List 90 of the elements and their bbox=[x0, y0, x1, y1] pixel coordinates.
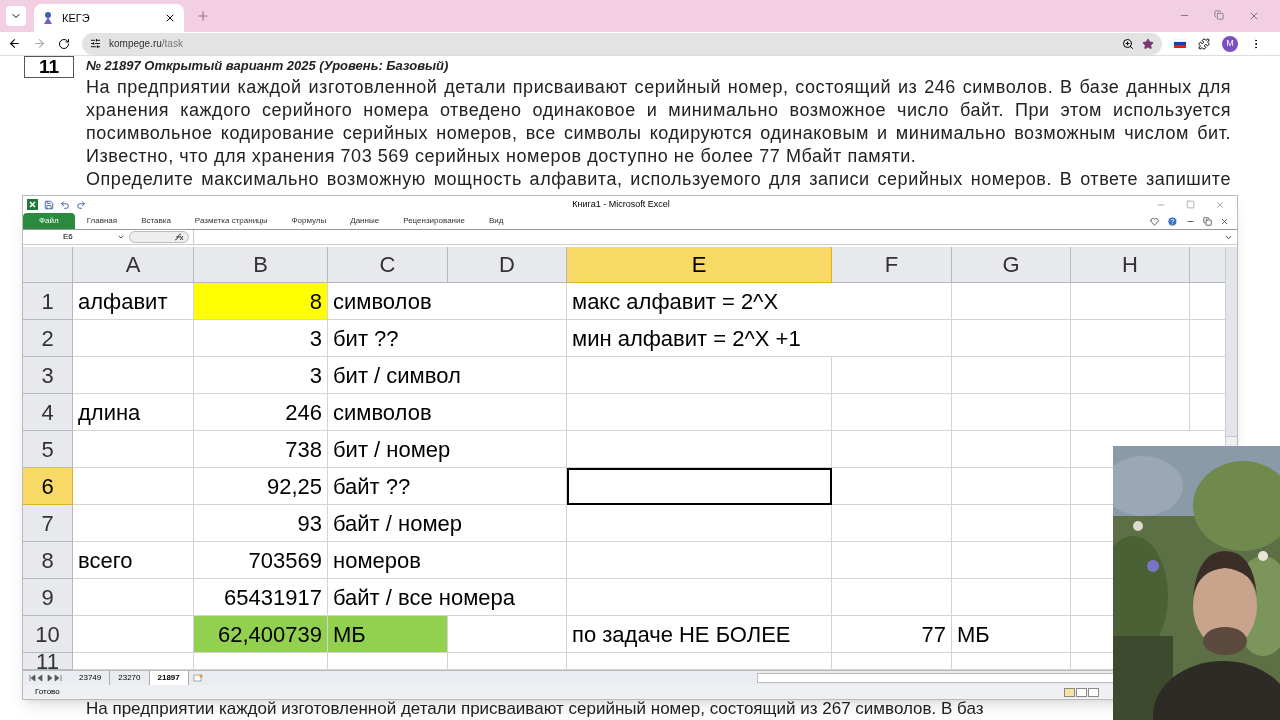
heart-icon[interactable] bbox=[1150, 216, 1159, 226]
browser-tab[interactable]: КЕГЭ bbox=[34, 4, 184, 32]
help-icon[interactable] bbox=[1167, 215, 1178, 227]
row-header[interactable]: 2 bbox=[23, 320, 73, 357]
table-cell[interactable]: 62,400739 bbox=[194, 616, 328, 653]
table-cell[interactable]: длина bbox=[73, 394, 194, 431]
table-cell[interactable]: мин алфавит = 2^X +1 bbox=[567, 320, 952, 357]
column-header[interactable]: C bbox=[328, 247, 448, 283]
row-header[interactable]: 5 bbox=[23, 431, 73, 468]
flag-icon[interactable] bbox=[1174, 39, 1186, 48]
site-settings-icon[interactable] bbox=[90, 38, 101, 49]
column-header[interactable]: F bbox=[832, 247, 952, 283]
table-cell[interactable]: 8 bbox=[194, 283, 328, 320]
table-cell[interactable]: символов bbox=[328, 283, 567, 320]
table-cell[interactable]: 738 bbox=[194, 431, 328, 468]
profile-avatar[interactable]: M bbox=[1222, 35, 1238, 52]
window-title: Книга1 - Microsoft Excel bbox=[571, 197, 671, 211]
reload-icon[interactable] bbox=[58, 37, 70, 50]
favicon-icon bbox=[42, 11, 54, 25]
column-header[interactable]: E bbox=[567, 247, 832, 283]
fx-icon[interactable] bbox=[174, 233, 184, 241]
close-icon[interactable] bbox=[164, 12, 176, 24]
vertical-scrollbar[interactable] bbox=[1226, 247, 1237, 437]
ribbon-tab[interactable]: Вид bbox=[476, 215, 516, 227]
extensions-icon[interactable] bbox=[1198, 37, 1210, 50]
bookmark-star-icon[interactable] bbox=[1142, 37, 1154, 50]
table-cell[interactable]: по задаче НЕ БОЛЕЕ bbox=[567, 616, 832, 653]
table-cell[interactable]: всего bbox=[73, 542, 194, 579]
table-cell[interactable]: 3 bbox=[194, 357, 328, 394]
task-number: 11 bbox=[24, 56, 74, 78]
table-cell[interactable]: байт ?? bbox=[328, 468, 567, 505]
new-tab-icon[interactable] bbox=[196, 9, 210, 23]
table-cell[interactable]: МБ bbox=[952, 616, 1071, 653]
back-icon[interactable] bbox=[8, 37, 21, 50]
chevron-icon bbox=[117, 233, 125, 241]
column-header[interactable]: G bbox=[952, 247, 1071, 283]
row-header[interactable]: 1 bbox=[23, 283, 73, 320]
forward-icon[interactable] bbox=[33, 37, 46, 50]
function-button[interactable] bbox=[129, 231, 189, 243]
table-cell[interactable]: 3 bbox=[194, 320, 328, 357]
ribbon-tab[interactable]: Данные bbox=[338, 215, 392, 227]
ribbon-tab[interactable]: Рецензирование bbox=[391, 215, 477, 227]
table-cell[interactable]: 77 bbox=[832, 616, 952, 653]
restore-icon[interactable] bbox=[1214, 10, 1224, 20]
redo-icon[interactable] bbox=[76, 199, 86, 210]
table-cell[interactable]: 92,25 bbox=[194, 468, 328, 505]
row-header[interactable]: 11 bbox=[23, 653, 73, 670]
table-cell[interactable]: 93 bbox=[194, 505, 328, 542]
excel-logo-icon[interactable] bbox=[27, 199, 38, 210]
row-header[interactable]: 7 bbox=[23, 505, 73, 542]
ribbon-tab[interactable]: Разметка страницы bbox=[182, 215, 280, 227]
table-cell[interactable]: МБ bbox=[328, 616, 448, 653]
tab-search-button[interactable] bbox=[6, 6, 26, 26]
column-header[interactable]: A bbox=[73, 247, 194, 283]
status-text: Готово bbox=[35, 686, 61, 698]
row-header[interactable]: 3 bbox=[23, 357, 73, 394]
maximize-icon[interactable] bbox=[1186, 199, 1195, 209]
zoom-icon[interactable] bbox=[1122, 37, 1134, 50]
ribbon-tab[interactable]: Вставка bbox=[129, 215, 183, 227]
undo-icon[interactable] bbox=[60, 199, 70, 210]
name-box[interactable]: E6 bbox=[23, 230, 129, 244]
task-paragraph: На предприятии каждой изготовленной детали присваивают серийный номер, состоящий из 246 символов. В базе данных для хранения каждого серийного номера отведено одинаковое и минимально возможное число байт. При этом используется посимвольное кодирование серийных номеров, все символы кодируются одинаковым и минимально возможным числом бит. Известно, что для хранения 703 569 серийных номеров доступно не более 77 Мбайт памяти. bbox=[86, 76, 1231, 168]
table-cell[interactable]: 703569 bbox=[194, 542, 328, 579]
row-header[interactable]: 10 bbox=[23, 616, 73, 653]
save-icon[interactable] bbox=[44, 199, 54, 210]
table-cell[interactable] bbox=[567, 468, 832, 505]
view-mode-icon[interactable] bbox=[1064, 687, 1100, 697]
row-header[interactable]: 9 bbox=[23, 579, 73, 616]
row-header[interactable]: 6 bbox=[23, 468, 73, 505]
table-cell[interactable]: байт / номер bbox=[328, 505, 567, 542]
table-cell[interactable]: бит / символ bbox=[328, 357, 567, 394]
file-tab[interactable]: Файл bbox=[23, 213, 75, 229]
ribbon-tab[interactable]: Главная bbox=[74, 215, 130, 227]
task-paragraph: Определите максимально возможную мощность алфавита, используемого для записи серийных номеров. В ответе запишите bbox=[86, 168, 1231, 191]
table-cell[interactable]: бит / номер bbox=[328, 431, 567, 468]
table-cell[interactable]: бит ?? bbox=[328, 320, 567, 357]
sheet-tab[interactable]: 21897 bbox=[149, 671, 189, 685]
table-cell[interactable]: 246 bbox=[194, 394, 328, 431]
new-sheet-icon[interactable] bbox=[192, 674, 203, 682]
column-header[interactable]: H bbox=[1071, 247, 1190, 283]
row-header[interactable]: 8 bbox=[23, 542, 73, 579]
task-title: № 21897 Открытый вариант 2025 (Уровень: Базовый) bbox=[86, 57, 450, 75]
table-cell[interactable]: макс алфавит = 2^X bbox=[567, 283, 952, 320]
address-field[interactable]: kompege.ru/task bbox=[82, 32, 1162, 55]
table-cell[interactable]: номеров bbox=[328, 542, 567, 579]
restore-icon[interactable] bbox=[1203, 216, 1212, 226]
ribbon-tab[interactable]: Формулы bbox=[279, 215, 339, 227]
task-paragraph: На предприятии каждой изготовленной детали присваивают серийный номер, состоящий из 267 символов. В баз bbox=[86, 699, 985, 719]
table-cell[interactable]: символов bbox=[328, 394, 567, 431]
row-header[interactable]: 4 bbox=[23, 394, 73, 431]
